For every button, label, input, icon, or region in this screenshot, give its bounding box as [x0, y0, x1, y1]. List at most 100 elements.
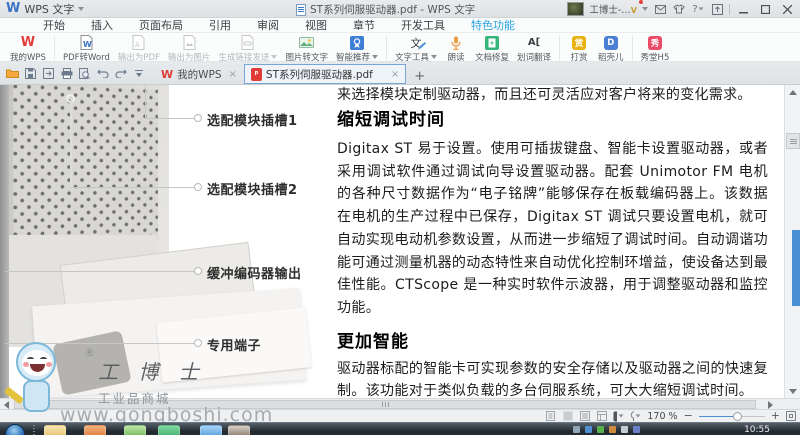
- fit-page-view-icon[interactable]: [545, 411, 556, 421]
- callout-line: [70, 101, 72, 188]
- close-button[interactable]: [779, 3, 796, 16]
- tray-icon[interactable]: [597, 426, 604, 433]
- export-icon[interactable]: [42, 67, 55, 80]
- callout-line: [145, 85, 146, 118]
- close-tab-icon[interactable]: ×: [229, 69, 237, 80]
- smart-recommend-button[interactable]: 智能推荐: [332, 34, 382, 64]
- zoom-slider[interactable]: [699, 411, 765, 421]
- zoom-out-button[interactable]: −: [684, 411, 693, 421]
- horizontal-scrollbar[interactable]: [0, 398, 778, 409]
- read-aloud-button[interactable]: 朗读: [441, 34, 471, 64]
- page-view-icon[interactable]: [562, 411, 573, 421]
- tab-view[interactable]: 视图: [292, 17, 340, 33]
- maximize-button[interactable]: [757, 3, 774, 16]
- print-preview-icon[interactable]: [78, 67, 91, 80]
- web-view-icon[interactable]: [596, 411, 607, 421]
- intro-line: 来选择模块定制驱动器，而且还可灵活应对客户将来的变化需求。: [337, 86, 768, 105]
- user-name[interactable]: 工博士-…V: [589, 2, 637, 16]
- share-link-button[interactable]: 生成链接发送: [214, 34, 281, 64]
- doc-tab-pdf[interactable]: P ST系列伺服驱动器.pdf ×: [244, 64, 406, 84]
- tab-insert[interactable]: 插入: [78, 17, 126, 33]
- text-tool-button[interactable]: 文 文字工具: [391, 34, 441, 64]
- start-button[interactable]: [5, 424, 25, 435]
- callout-line: [145, 118, 194, 119]
- zoom-slider-knob[interactable]: [733, 412, 742, 421]
- image-to-text-icon: [298, 35, 315, 50]
- reward-button[interactable]: 赏 打赏: [564, 34, 594, 64]
- doc-repair-icon: [484, 35, 501, 50]
- upload-box-icon[interactable]: [710, 3, 724, 15]
- status-bar: 170 % − +: [0, 409, 800, 422]
- docer-button[interactable]: D 稻壳儿: [594, 34, 628, 64]
- save-icon[interactable]: [24, 67, 37, 80]
- skin-icon[interactable]: [672, 3, 686, 15]
- open-folder-icon[interactable]: [6, 67, 19, 80]
- taskbar-app-orange-icon[interactable]: [84, 425, 106, 435]
- document-icon: [296, 4, 306, 16]
- pdf-to-word-button[interactable]: W PDF转Word: [59, 34, 114, 64]
- servo-drive-photo: [9, 85, 335, 398]
- eye-protection-icon[interactable]: [630, 411, 641, 421]
- scroll-up-button[interactable]: [785, 85, 800, 99]
- zoom-percentage[interactable]: 170 %: [647, 411, 677, 422]
- taskbar-folder-icon[interactable]: [44, 425, 66, 435]
- callout-line: [70, 187, 194, 188]
- taskbar-photo-icon[interactable]: [228, 425, 250, 435]
- minimize-button[interactable]: [735, 3, 752, 16]
- export-image-button[interactable]: 输出为图片: [164, 34, 215, 64]
- document-canvas[interactable]: 选配模块插槽1 选配模块插槽2 缓冲编码器输出 专用端子 来选择模块定制驱动器，…: [0, 85, 800, 398]
- document-text-column: 来选择模块定制驱动器，而且还可灵活应对客户将来的变化需求。 缩短调试时间 Dig…: [337, 85, 768, 403]
- translate-button[interactable]: A[ 划词翻译: [513, 34, 555, 64]
- tab-special-features[interactable]: 特色功能: [458, 17, 528, 33]
- xiutang-icon: 秀: [648, 36, 662, 50]
- outline-view-icon[interactable]: [579, 411, 590, 421]
- customize-toolbar-chevron-icon[interactable]: [132, 67, 145, 80]
- image-to-text-button[interactable]: 图片转文字: [281, 34, 332, 64]
- account-chevron-icon[interactable]: [642, 7, 648, 11]
- tab-page-layout[interactable]: 页面布局: [126, 17, 196, 33]
- my-wps-button[interactable]: W 我的WPS: [6, 34, 50, 64]
- taskbar-wechat-icon[interactable]: [158, 425, 180, 435]
- tab-review[interactable]: 审阅: [244, 17, 292, 33]
- tray-icon[interactable]: [573, 426, 580, 433]
- callout-line: [5, 343, 194, 344]
- divider: [729, 4, 730, 15]
- taskbar-clock[interactable]: 10:55: [744, 425, 770, 435]
- horizontal-scrollbar-thumb[interactable]: [14, 400, 756, 409]
- export-pdf-button[interactable]: A 输出为PDF: [114, 34, 164, 64]
- zoom-in-button[interactable]: +: [771, 411, 780, 421]
- new-tab-button[interactable]: +: [406, 69, 433, 84]
- close-tab-icon[interactable]: ×: [391, 69, 399, 80]
- drive-vent-grid: [13, 85, 158, 246]
- vertical-scrollbar[interactable]: [784, 85, 800, 398]
- redo-icon[interactable]: [114, 67, 127, 80]
- print-icon[interactable]: [60, 67, 73, 80]
- xiutang-h5-button[interactable]: 秀 秀堂H5: [637, 34, 674, 64]
- user-avatar[interactable]: [567, 2, 584, 16]
- chevron-down-icon[interactable]: [78, 7, 84, 11]
- doc-repair-button[interactable]: 文档修复: [471, 34, 513, 64]
- app-menu[interactable]: W WPS 文字: [0, 1, 84, 17]
- system-tray[interactable]: [573, 426, 640, 433]
- message-icon[interactable]: [653, 3, 667, 15]
- tab-section[interactable]: 章节: [340, 17, 388, 33]
- taskbar-app-blue-icon[interactable]: [200, 425, 222, 435]
- fullscreen-icon[interactable]: [786, 411, 796, 421]
- taskbar-app-green-icon[interactable]: [124, 425, 146, 435]
- scroll-down-button[interactable]: [785, 384, 800, 398]
- tray-icon[interactable]: [621, 426, 628, 433]
- tab-developer[interactable]: 开发工具: [388, 17, 458, 33]
- tray-icon[interactable]: [609, 426, 616, 433]
- app-name: WPS 文字: [24, 1, 74, 17]
- tray-icon[interactable]: [633, 426, 640, 433]
- doc-tab-my-wps[interactable]: W 我的WPS ×: [154, 64, 244, 84]
- tab-home[interactable]: 开始: [30, 17, 78, 33]
- tray-icon[interactable]: [585, 426, 592, 433]
- fullwidth-mode-icon[interactable]: [613, 411, 624, 421]
- doc-tab-label: 我的WPS: [177, 67, 221, 82]
- undo-icon[interactable]: [96, 67, 109, 80]
- help-icon[interactable]: ?: [691, 3, 705, 15]
- tab-references[interactable]: 引用: [196, 17, 244, 33]
- smart-recommend-icon: [348, 35, 365, 50]
- vertical-scrollbar-thumb[interactable]: [786, 133, 800, 149]
